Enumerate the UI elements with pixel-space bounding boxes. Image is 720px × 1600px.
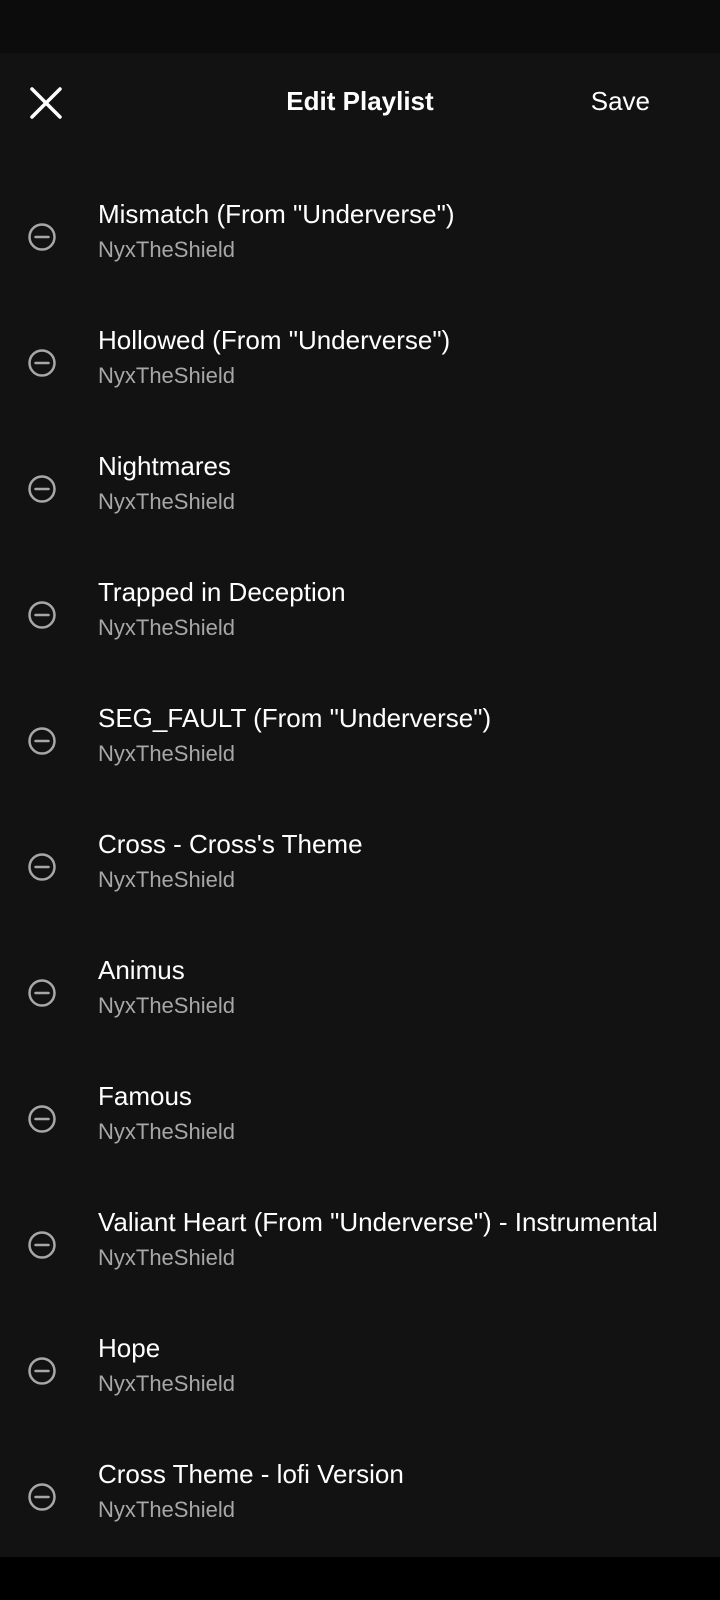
track-title: Valiant Heart (From "Underverse") - Inst… — [98, 1207, 658, 1237]
track-row: Animus NyxTheShield — [0, 953, 720, 1079]
edit-playlist-screen: Edit Playlist Save Mismatch (From "Under… — [0, 53, 720, 1557]
track-info: Valiant Heart (From "Underverse") - Inst… — [98, 1205, 704, 1273]
track-row: Famous NyxTheShield — [0, 1079, 720, 1205]
track-row: Trapped in Deception NyxTheShield — [0, 575, 720, 701]
track-title: Trapped in Deception — [98, 577, 346, 607]
track-row: Nightmares NyxTheShield — [0, 449, 720, 575]
track-row: Hollowed (From "Underverse") NyxTheShield — [0, 323, 720, 449]
track-info: SEG_FAULT (From "Underverse") NyxTheShiel… — [98, 701, 704, 769]
navigation-bar — [0, 1557, 720, 1600]
track-info: Mismatch (From "Underverse") NyxTheShield — [98, 197, 704, 265]
track-title: Cross - Cross's Theme — [98, 829, 363, 859]
track-info: Hope NyxTheShield — [98, 1331, 704, 1399]
remove-circle-icon — [28, 853, 56, 881]
track-row: Mismatch (From "Underverse") NyxTheShield — [0, 197, 720, 323]
track-artist: NyxTheShield — [98, 1497, 235, 1522]
remove-circle-icon — [28, 349, 56, 377]
track-artist: NyxTheShield — [98, 615, 235, 640]
remove-circle-icon — [28, 1231, 56, 1259]
remove-circle-icon — [28, 223, 56, 251]
remove-track-button[interactable] — [22, 343, 62, 383]
remove-track-button[interactable] — [22, 1099, 62, 1139]
remove-circle-icon — [28, 1357, 56, 1385]
track-info: Nightmares NyxTheShield — [98, 449, 704, 517]
status-bar — [0, 0, 720, 53]
save-button[interactable]: Save — [591, 85, 650, 117]
track-row: Valiant Heart (From "Underverse") - Inst… — [0, 1205, 720, 1331]
remove-track-button[interactable] — [22, 847, 62, 887]
track-artist: NyxTheShield — [98, 237, 235, 262]
remove-track-button[interactable] — [22, 469, 62, 509]
track-title: Hope — [98, 1333, 161, 1363]
track-artist: NyxTheShield — [98, 1371, 235, 1396]
track-artist: NyxTheShield — [98, 363, 235, 388]
remove-circle-icon — [28, 727, 56, 755]
track-artist: NyxTheShield — [98, 489, 235, 514]
track-info: Animus NyxTheShield — [98, 953, 704, 1021]
track-info: Trapped in Deception NyxTheShield — [98, 575, 704, 643]
track-title: Animus — [98, 955, 185, 985]
remove-circle-icon — [28, 979, 56, 1007]
remove-track-button[interactable] — [22, 1225, 62, 1265]
track-title: Famous — [98, 1081, 192, 1111]
track-title: Hollowed (From "Underverse") — [98, 325, 451, 355]
track-title: Mismatch (From "Underverse") — [98, 199, 455, 229]
track-artist: NyxTheShield — [98, 1245, 235, 1270]
track-row: SEG_FAULT (From "Underverse") NyxTheShiel… — [0, 701, 720, 827]
track-info: Hollowed (From "Underverse") NyxTheShield — [98, 323, 704, 391]
track-artist: NyxTheShield — [98, 741, 235, 766]
track-artist: NyxTheShield — [98, 867, 235, 892]
remove-track-button[interactable] — [22, 721, 62, 761]
track-row: Cross - Cross's Theme NyxTheShield — [0, 827, 720, 953]
track-row: Cross Theme - lofi Version NyxTheShield — [0, 1457, 720, 1557]
remove-circle-icon — [28, 475, 56, 503]
remove-track-button[interactable] — [22, 1351, 62, 1391]
track-info: Cross - Cross's Theme NyxTheShield — [98, 827, 704, 895]
track-artist: NyxTheShield — [98, 1119, 235, 1144]
track-row: Hope NyxTheShield — [0, 1331, 720, 1457]
track-title: SEG_FAULT (From "Underverse") — [98, 703, 492, 733]
remove-track-button[interactable] — [22, 595, 62, 635]
remove-track-button[interactable] — [22, 1477, 62, 1517]
track-title: Cross Theme - lofi Version — [98, 1459, 404, 1489]
header: Edit Playlist Save — [0, 53, 720, 153]
remove-circle-icon — [28, 601, 56, 629]
remove-track-button[interactable] — [22, 217, 62, 257]
remove-track-button[interactable] — [22, 973, 62, 1013]
track-info: Famous NyxTheShield — [98, 1079, 704, 1147]
track-list: Mismatch (From "Underverse") NyxTheShield… — [0, 197, 720, 1557]
track-artist: NyxTheShield — [98, 993, 235, 1018]
remove-circle-icon — [28, 1483, 56, 1511]
track-info: Cross Theme - lofi Version NyxTheShield — [98, 1457, 704, 1525]
remove-circle-icon — [28, 1105, 56, 1133]
track-title: Nightmares — [98, 451, 231, 481]
